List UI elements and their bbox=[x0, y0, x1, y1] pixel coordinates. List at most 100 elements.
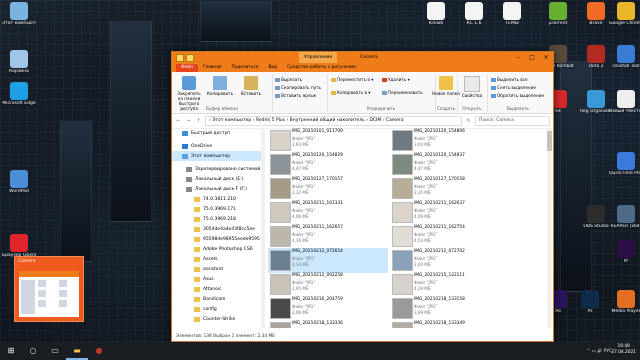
desktop-shortcut[interactable]: µTorrent bbox=[541, 2, 575, 38]
file-tile[interactable]: IMG_20210215_122111 Файл "JPG" 4,29 МБ bbox=[390, 272, 510, 297]
address-path[interactable]: › Этот компьютер › Redmi 5 Plus › Внутре… bbox=[205, 116, 462, 126]
file-tile[interactable]: IMG_20210211_162657 Файл "JPG" 4,16 МБ bbox=[268, 224, 388, 249]
back-icon[interactable]: ← bbox=[175, 118, 182, 124]
file-tile[interactable]: IMG_20210120_154806 Файл "JPG" 3,04 МБ bbox=[390, 128, 510, 153]
desktop-shortcut[interactable]: Brave bbox=[579, 2, 613, 38]
explorer-window[interactable]: Управление Camera – □ × Файл Главная Подел… bbox=[171, 51, 554, 342]
desktop-shortcut[interactable]: Microsoft Edge bbox=[2, 82, 36, 118]
clock[interactable]: 16:48 27.04.2021 bbox=[611, 344, 636, 356]
taskbar-app[interactable]: ● bbox=[88, 342, 110, 360]
desktop-shortcut[interactable]: Корзина bbox=[2, 50, 36, 86]
invert-selection-button[interactable]: Обратить выделение bbox=[491, 93, 544, 98]
desktop-shortcut[interactable]: КС 1.6 bbox=[457, 2, 491, 38]
file-tile[interactable]: IMG_20210218_133158 Файл "JPG" 3,89 МБ bbox=[390, 296, 510, 321]
title-bar[interactable]: Управление Camera – □ × bbox=[172, 52, 553, 63]
select-all-button[interactable]: Выделить все bbox=[491, 77, 528, 82]
taskbar-explorer[interactable]: ▬ bbox=[66, 342, 88, 360]
taskbar-thumbnail-preview[interactable]: Camera bbox=[14, 256, 84, 322]
cut-button[interactable]: Вырезать bbox=[275, 77, 302, 82]
nav-item[interactable]: Asus bbox=[172, 274, 261, 284]
system-tray[interactable]: ^ ▭ 🔊 РУС bbox=[587, 342, 612, 360]
paste-button[interactable]: Вставить bbox=[236, 76, 266, 96]
search-taskbar-button[interactable]: ○ bbox=[22, 342, 44, 360]
file-tile[interactable]: IMG_20210120_154829 Файл "JPG" 4,47 МБ bbox=[268, 152, 388, 177]
paste-shortcut-button[interactable]: Вставить ярлык bbox=[275, 93, 316, 98]
move-to-button[interactable]: Переместить в ▾ bbox=[331, 77, 373, 82]
ribbon-tab[interactable]: Вид bbox=[263, 64, 282, 72]
file-tile[interactable]: IMG_20210212_092258 Файл "JPG" 2,95 МБ bbox=[268, 272, 388, 297]
copy-to-button[interactable]: Копировать в ▾ bbox=[331, 90, 370, 95]
desktop-shortcut[interactable]: WordPad bbox=[2, 170, 36, 206]
file-scrollbar[interactable] bbox=[547, 128, 552, 328]
nav-item[interactable]: 95598de98955eede9595 bbox=[172, 234, 261, 244]
nav-item[interactable]: Зарезервировано системой bbox=[172, 164, 261, 174]
properties-icon[interactable] bbox=[176, 54, 184, 62]
nav-item[interactable]: assistant bbox=[172, 264, 261, 274]
file-tile[interactable]: IMG_20210127_170158 Файл "JPG" 2,35 МБ bbox=[390, 176, 510, 201]
desktop-shortcut[interactable]: Media Player bbox=[609, 290, 640, 326]
ribbon-tab[interactable]: Средства работы с рисунками bbox=[282, 64, 361, 72]
desktop-shortcut[interactable]: Google Chrome bbox=[609, 2, 640, 38]
new-folder-icon[interactable] bbox=[186, 54, 194, 62]
properties-button[interactable]: Свойства bbox=[457, 76, 487, 98]
quick-access-toolbar[interactable] bbox=[176, 54, 194, 62]
nav-item[interactable]: Bandicam bbox=[172, 294, 261, 304]
file-tile[interactable]: IMG_20210212_072702 Файл "JPG" 2,60 МБ bbox=[390, 248, 510, 273]
desktop-shortcut[interactable]: Unistall Tool bbox=[609, 45, 640, 81]
search-input[interactable]: Поиск: Camera bbox=[475, 116, 550, 126]
nav-item[interactable]: config bbox=[172, 304, 261, 314]
nav-scrollbar[interactable] bbox=[261, 128, 265, 328]
nav-item[interactable]: Assets bbox=[172, 254, 261, 264]
file-tile[interactable]: IMG_20210218_133336Файл "JPG"3,82 МБ bbox=[268, 320, 388, 328]
desktop-shortcut[interactable]: Reg Organizer bbox=[579, 90, 613, 126]
task-view-button[interactable]: ▭ bbox=[44, 342, 66, 360]
minimize-button[interactable]: – bbox=[511, 52, 525, 63]
forward-icon[interactable]: → bbox=[185, 118, 192, 124]
file-tile[interactable]: IMG_20210127_170157 Файл "JPG" 2,32 МБ bbox=[268, 176, 388, 201]
desktop-shortcut[interactable]: Pr bbox=[609, 240, 640, 276]
close-button[interactable]: × bbox=[539, 52, 553, 63]
select-none-button[interactable]: Снять выделение bbox=[491, 85, 536, 90]
desktop-shortcut[interactable]: Dota 2 bbox=[579, 45, 613, 81]
file-tile[interactable]: IMG_20210101_011709 Файл "JPG" 3,93 МБ bbox=[268, 128, 388, 153]
ribbon-tab[interactable]: Главная bbox=[198, 64, 227, 72]
desktop-shortcut[interactable]: ТЕМЫ bbox=[495, 2, 529, 38]
desktop-shortcut[interactable]: Юнюб bbox=[419, 2, 453, 38]
nav-item[interactable]: Attanoic bbox=[172, 284, 261, 294]
desktop-shortcut[interactable]: QuickTime Player bbox=[609, 152, 640, 188]
copy-path-button[interactable]: Скопировать путь bbox=[275, 85, 321, 90]
file-tile[interactable]: IMG_20210218_133349Файл "JPG"3,81 МБ bbox=[390, 320, 510, 328]
file-tile[interactable]: IMG_20210211_162754 Файл "JPG" 4,53 МБ bbox=[390, 224, 510, 249]
nav-item[interactable]: 3054de4a4e43f8cc5ee bbox=[172, 224, 261, 234]
file-tile[interactable]: IMG_20210211_161331 Файл "JPG" 4,06 МБ bbox=[268, 200, 388, 225]
ribbon-tab[interactable]: Поделиться bbox=[226, 64, 263, 72]
desktop-shortcut[interactable]: REAPER (x64) bbox=[609, 205, 640, 241]
file-tile[interactable]: IMG_20210216_204759 Файл "JPG" 2,06 МБ bbox=[268, 296, 388, 321]
nav-item[interactable]: Локальный диск F (F:) bbox=[172, 184, 261, 194]
copy-button[interactable]: Копировать bbox=[205, 76, 235, 96]
refresh-icon[interactable]: ↻ bbox=[465, 118, 472, 124]
ribbon-tab[interactable]: Файл bbox=[176, 64, 198, 72]
desktop-shortcut[interactable]: Ps bbox=[573, 290, 607, 326]
maximize-button[interactable]: □ bbox=[525, 52, 539, 63]
delete-button[interactable]: Удалить ▾ bbox=[382, 77, 410, 82]
start-button[interactable]: ⊞ bbox=[0, 342, 22, 360]
file-scrollbar-thumb[interactable] bbox=[547, 131, 552, 151]
nav-item[interactable]: Adobe Photoshop CS6 bbox=[172, 244, 261, 254]
nav-item[interactable]: Быстрый доступ bbox=[172, 128, 261, 138]
up-icon[interactable]: ↑ bbox=[195, 118, 202, 124]
nav-item[interactable]: Локальный диск (E:) bbox=[172, 174, 261, 184]
desktop-shortcut[interactable]: Этот компьютер bbox=[2, 2, 36, 38]
tray-icons[interactable]: ^ ▭ 🔊 РУС bbox=[587, 349, 612, 354]
desktop-shortcut[interactable]: Новый текстов... bbox=[609, 90, 640, 126]
nav-item[interactable]: Этот компьютер bbox=[172, 151, 261, 161]
nav-item[interactable]: 74.0.3811.210 bbox=[172, 194, 261, 204]
nav-item[interactable]: Counter-Strike bbox=[172, 314, 261, 324]
file-tile[interactable]: IMG_20210211_162637 Файл "JPG" 4,09 МБ bbox=[390, 200, 510, 225]
file-tile[interactable]: IMG_20210120_154837 Файл "JPG" 4,47 МБ bbox=[390, 152, 510, 177]
file-tile[interactable]: IMG_20210212_072654 Файл "JPG" 2,34 МБ bbox=[268, 248, 388, 273]
nav-item[interactable]: 75.0.3969.218 bbox=[172, 214, 261, 224]
desktop-shortcut[interactable]: OBS Studio bbox=[579, 205, 613, 241]
rename-button[interactable]: Переименовать bbox=[382, 90, 423, 95]
nav-item[interactable]: OneDrive bbox=[172, 141, 261, 151]
